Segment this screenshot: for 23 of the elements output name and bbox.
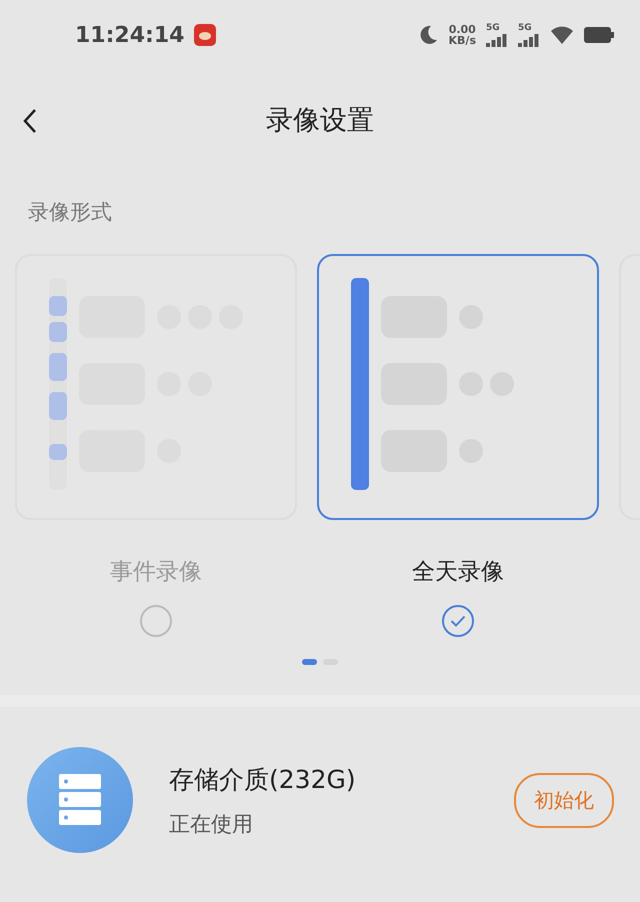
section-title: 录像形式 (28, 200, 112, 224)
record-mode-label: 全天录像 (412, 558, 504, 587)
battery-icon (584, 27, 614, 43)
back-icon (22, 108, 38, 134)
record-mode-label: 事件录像 (110, 558, 202, 587)
page-title: 录像设置 (266, 104, 374, 138)
status-time: 11:24:14 (75, 22, 184, 48)
server-icon (59, 774, 101, 826)
signal-icon (518, 32, 540, 46)
network-speed: 0.00 (448, 24, 476, 35)
radio-button[interactable] (442, 605, 474, 637)
wifi-icon (550, 25, 574, 45)
radio-button[interactable] (140, 605, 172, 637)
network-type: 5G (518, 24, 532, 32)
network-type: 5G (486, 24, 500, 32)
signal-icon (486, 32, 508, 46)
network-speed-unit: KB/s (448, 35, 476, 46)
record-mode-card[interactable] (317, 254, 599, 520)
initialize-button[interactable]: 初始化 (514, 772, 614, 828)
storage-title: 存储介质(232G) (169, 764, 357, 796)
storage-status: 正在使用 (169, 810, 254, 838)
check-icon (450, 615, 466, 627)
app-notification-icon (194, 24, 216, 46)
